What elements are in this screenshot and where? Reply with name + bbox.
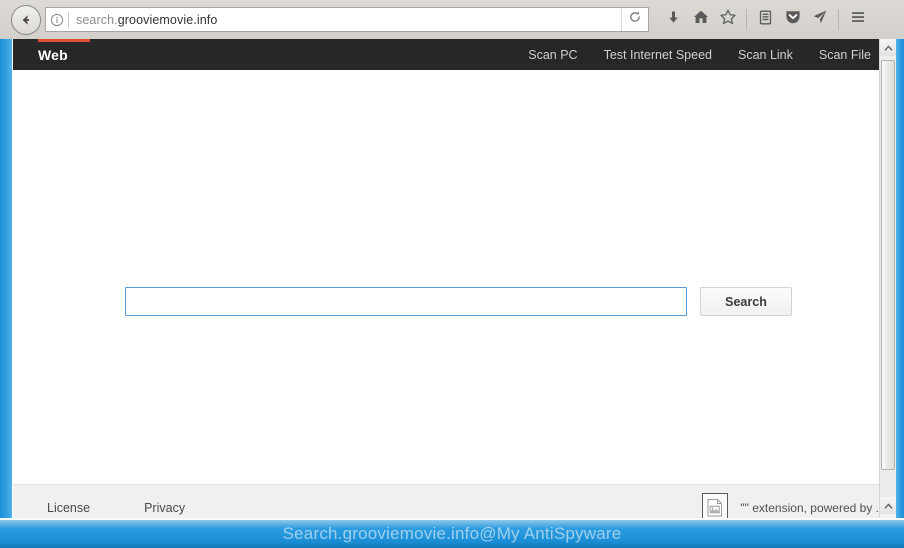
nav-link-scan-file[interactable]: Scan File [819,48,871,62]
back-button[interactable] [11,4,41,35]
footer-link-license[interactable]: License [47,501,90,515]
hamburger-menu-icon [849,8,867,31]
pocket-button[interactable] [779,5,806,35]
home-button[interactable] [687,5,714,35]
url-prefix: search. [76,12,118,27]
url-bar[interactable]: search.grooviemovie.info [45,7,649,32]
nav-link-scan-link[interactable]: Scan Link [738,48,793,62]
menu-button[interactable] [844,5,871,35]
site-navbar: Web Scan PC Test Internet Speed Scan Lin… [13,39,887,70]
browser-toolbar: search.grooviemovie.info [0,0,904,39]
page-content: Search [13,70,887,484]
nav-tab-label: Web [38,46,68,63]
library-icon [757,9,774,31]
search-form: Search [125,287,792,316]
nav-link-test-internet-speed[interactable]: Test Internet Speed [604,48,712,62]
send-tab-button[interactable] [806,5,833,35]
url-divider [68,11,69,28]
extension-credit-text: "" extension, powered by . [740,500,879,515]
page-scrollbar[interactable] [879,39,896,531]
pocket-icon [784,8,802,31]
home-icon [692,8,710,31]
scrollbar-thumb[interactable] [881,60,895,470]
scrollbar-track[interactable] [880,56,896,497]
active-tab-indicator [38,39,90,42]
bookmark-button[interactable] [714,5,741,35]
scroll-up-button-secondary[interactable] [880,497,896,514]
page-viewport: Web Scan PC Test Internet Speed Scan Lin… [12,39,887,531]
window-frame-right [896,39,904,548]
library-button[interactable] [752,5,779,35]
search-button[interactable]: Search [700,287,792,316]
url-text: search.grooviemovie.info [76,13,621,27]
toolbar-divider-2 [838,9,839,30]
footer-links: License Privacy [13,501,239,515]
downloads-button[interactable] [660,5,687,35]
reload-button[interactable] [621,8,648,31]
downloads-icon [665,9,682,31]
search-input[interactable] [125,287,687,316]
window-frame-left [0,39,12,548]
nav-link-scan-pc[interactable]: Scan PC [528,48,577,62]
reload-icon [628,10,642,29]
footer-link-privacy[interactable]: Privacy [144,501,185,515]
scroll-up-button[interactable] [880,39,896,56]
screen: search.grooviemovie.info Web Scan PC Tes… [0,0,904,548]
toolbar-divider [746,9,747,30]
scroll-up-arrow-icon-secondary [884,497,893,515]
info-circle-icon[interactable] [46,8,68,31]
site-nav-links: Scan PC Test Internet Speed Scan Link Sc… [502,48,887,62]
back-arrow-icon [18,12,34,28]
send-tab-icon [811,8,829,31]
nav-tab-web[interactable]: Web [27,39,90,70]
scroll-up-arrow-icon [884,39,893,57]
browser-action-icons [660,0,871,39]
bookmark-star-icon [719,8,737,31]
window-frame-bottom [0,520,904,548]
url-domain: grooviemovie.info [117,12,218,27]
